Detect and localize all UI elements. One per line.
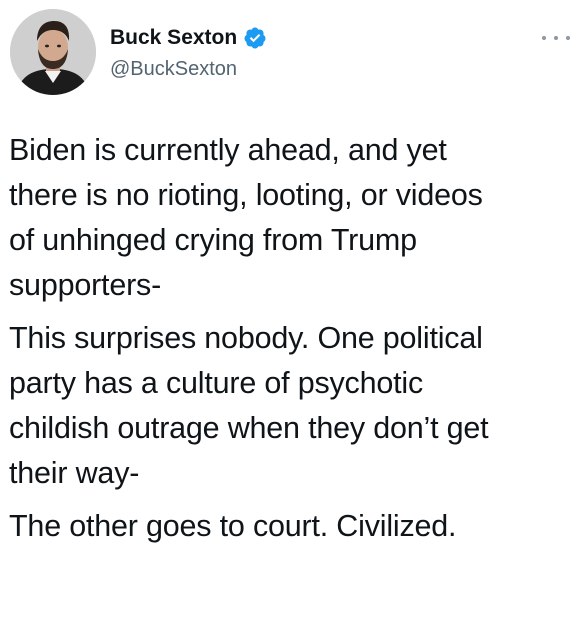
verified-badge-icon	[243, 26, 267, 50]
tweet-line: supporters-	[9, 268, 162, 302]
tweet-line: their way-	[9, 456, 140, 490]
tweet-card: Buck Sexton @BuckSexton Biden is current…	[0, 0, 586, 640]
avatar[interactable]	[10, 9, 96, 95]
tweet-line: of unhinged crying from Trump	[9, 223, 417, 257]
author-handle[interactable]: @BuckSexton	[110, 56, 237, 82]
author-name-row: Buck Sexton	[110, 24, 267, 52]
tweet-line: there is no rioting, looting, or videos	[9, 178, 483, 212]
more-horizontal-icon-dot	[554, 36, 558, 40]
tweet-text: Biden is currently ahead, and yet there …	[9, 128, 579, 549]
tweet-paragraph-2: This surprises nobody. One political par…	[9, 316, 579, 496]
more-horizontal-icon-dot	[542, 36, 546, 40]
tweet-line: Biden is currently ahead, and yet	[9, 133, 447, 167]
tweet-line: childish outrage when they don’t get	[9, 411, 489, 445]
author-display-name[interactable]: Buck Sexton	[110, 24, 237, 52]
more-horizontal-icon-dot	[566, 36, 570, 40]
tweet-paragraph-1: Biden is currently ahead, and yet there …	[9, 128, 579, 308]
tweet-line: party has a culture of psychotic	[9, 366, 424, 400]
tweet-line: This surprises nobody. One political	[9, 321, 483, 355]
avatar-photo-icon	[10, 9, 96, 95]
tweet-line: The other goes to court. Civilized.	[9, 509, 457, 543]
more-options-button[interactable]	[542, 28, 570, 48]
tweet-paragraph-3: The other goes to court. Civilized.	[9, 504, 579, 549]
